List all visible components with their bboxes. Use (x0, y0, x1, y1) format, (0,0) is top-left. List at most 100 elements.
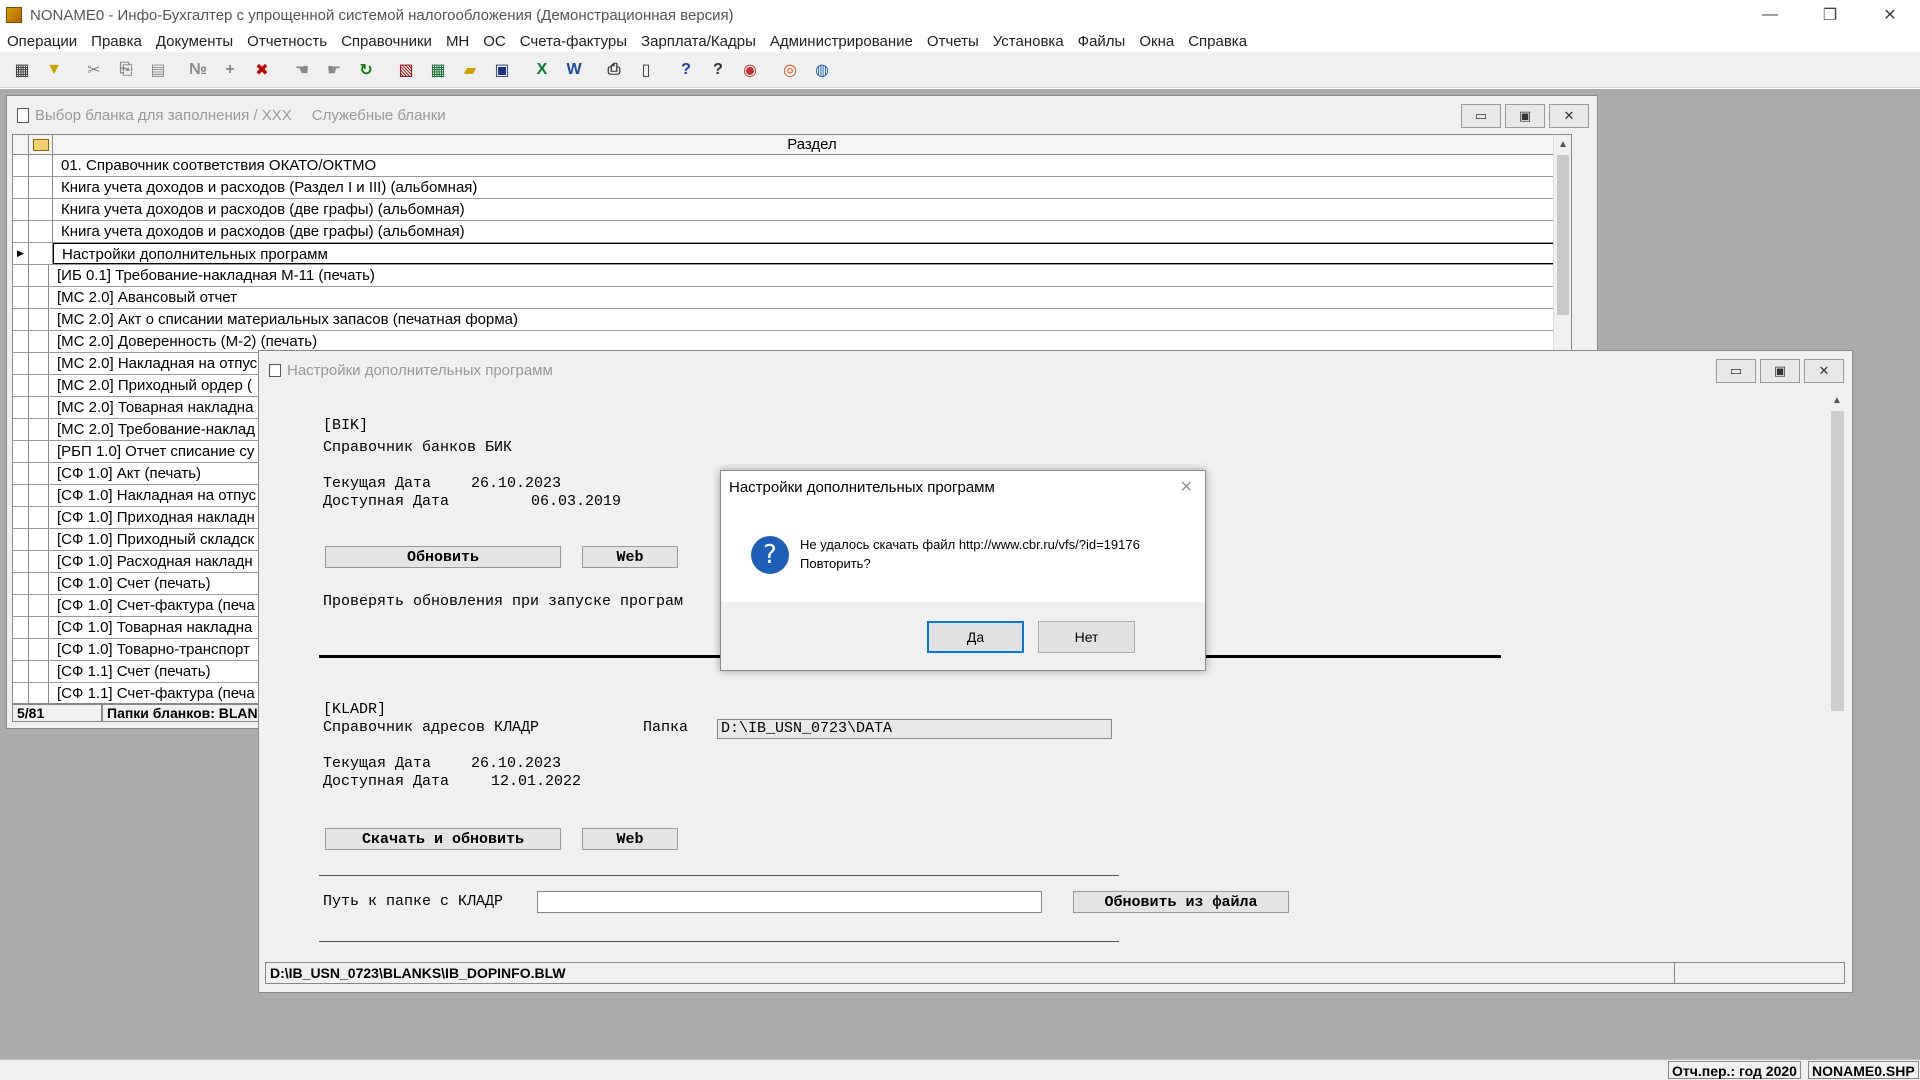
no-button[interactable]: Нет (1038, 621, 1135, 653)
menu-item[interactable]: Отчетность (240, 33, 334, 50)
current-file: NONAME0.SHP (1808, 1061, 1919, 1079)
table-row[interactable]: 01. Справочник соответствия ОКАТО/ОКТМО (13, 155, 1571, 177)
scrollbar-thumb[interactable] (1557, 155, 1569, 315)
delete-icon[interactable]: ✖ (250, 58, 274, 82)
bik-current-date: 26.10.2023 (471, 475, 562, 492)
menu-item[interactable]: Зарплата/Кадры (634, 33, 763, 50)
maximize-button[interactable]: ▣ (1760, 359, 1800, 383)
lifebuoy-icon[interactable]: ◎ (778, 58, 802, 82)
menu-item[interactable]: Администрирование (763, 33, 920, 50)
context-help-icon[interactable]: ? (706, 58, 730, 82)
app-status-bar: Отч.пер.: год 2020 NONAME0.SHP (0, 1059, 1920, 1080)
check-updates-option[interactable]: Проверять обновления при запуске програм (323, 593, 683, 610)
paste-icon[interactable]: ▤ (146, 58, 170, 82)
word-icon[interactable]: W (562, 58, 586, 82)
minimize-button[interactable]: — (1740, 0, 1800, 30)
numbering-icon[interactable]: № (186, 58, 210, 82)
row-label: [ИБ 0.1] Требование-накладная М-11 (печа… (57, 267, 375, 284)
preview-icon[interactable]: ▯ (634, 58, 658, 82)
column-header-section[interactable]: Раздел (53, 135, 1571, 154)
app-logo-icon (6, 7, 22, 23)
table-row[interactable]: [ИБ 0.1] Требование-накладная М-11 (печа… (13, 265, 1571, 287)
table-row[interactable]: Книга учета доходов и расходов (две граф… (13, 221, 1571, 243)
bik-available-date-label: Доступная Дата (323, 493, 450, 510)
copy-doc-icon[interactable]: ⎘ (114, 58, 138, 82)
menu-item[interactable]: МН (439, 33, 476, 50)
bik-available-date: 06.03.2019 (531, 493, 622, 510)
cut-icon[interactable]: ✂ (82, 58, 106, 82)
kladr-name: Справочник адресов КЛАДР (323, 719, 540, 736)
row-label: Настройки дополнительных программ (53, 243, 1571, 264)
kladr-current-date: 26.10.2023 (471, 755, 562, 772)
globe-icon[interactable]: ◍ (810, 58, 834, 82)
report-icon[interactable]: ▧ (394, 58, 418, 82)
calculator-icon[interactable]: ▦ (426, 58, 450, 82)
menu-item[interactable]: Окна (1132, 33, 1181, 50)
dialog-message: Не удалось скачать файл http://www.cbr.r… (800, 537, 1140, 552)
menu-item[interactable]: Справочники (334, 33, 439, 50)
toolbar: ▦ ▼ ✂ ⎘ ▤ № + ✖ ☚ ☛ ↻ ▧ ▦ ▰ ▣ X W ⎙ ▯?? ◉ ◎ ◍ (0, 52, 1920, 88)
menu-item[interactable]: Счета-фактуры (513, 33, 634, 50)
settings-scrollbar[interactable]: ▲ (1828, 391, 1846, 951)
select-icon[interactable]: ☚ (290, 58, 314, 82)
folder-icon[interactable] (32, 138, 49, 151)
menu-item[interactable]: ОС (476, 33, 513, 50)
table-row[interactable]: Книга учета доходов и расходов (две граф… (13, 199, 1571, 221)
download-update-button[interactable]: Скачать и обновить (325, 828, 561, 850)
folder-field[interactable]: D:\IB_USN_0723\DATA (717, 719, 1112, 739)
help-icon[interactable]: ? (674, 58, 698, 82)
table-row[interactable]: [МС 2.0] Авансовый отчет (13, 287, 1571, 309)
row-label: Книга учета доходов и расходов (Раздел I… (61, 179, 478, 196)
menu-item[interactable]: Операции (0, 33, 84, 50)
table-icon[interactable]: ▦ (10, 58, 34, 82)
table-row[interactable]: [МС 2.0] Акт о списании материальных зап… (13, 309, 1571, 331)
menu-bar: Операции Правка Документы Отчетность Справоч… (0, 30, 1920, 52)
row-label: Книга учета доходов и расходов (две граф… (61, 223, 465, 240)
close-button[interactable]: ✕ (1549, 104, 1589, 128)
menu-item[interactable]: Установка (986, 33, 1071, 50)
dialog-title: Настройки дополнительных программ (729, 479, 995, 496)
kladr-available-date-label: Доступная Дата (323, 773, 450, 790)
maximize-button[interactable]: ▣ (1505, 104, 1545, 128)
app-title-bar: NONAME0 - Инфо-Бухгалтер с упрощенной си… (0, 0, 1920, 30)
select-all-icon[interactable]: ☛ (322, 58, 346, 82)
table-row[interactable]: Книга учета доходов и расходов (Раздел I… (13, 177, 1571, 199)
save-icon[interactable]: ▣ (490, 58, 514, 82)
menu-item[interactable]: Отчеты (920, 33, 986, 50)
web-button[interactable]: Web (582, 546, 678, 568)
restore-button[interactable]: ❐ (1800, 0, 1860, 30)
row-pointer-icon: ▶ (13, 243, 29, 264)
menu-item[interactable]: Правка (84, 33, 149, 50)
kladr-path-input[interactable] (537, 891, 1042, 913)
excel-icon[interactable]: X (530, 58, 554, 82)
menu-item[interactable]: Документы (149, 33, 240, 50)
update-button[interactable]: Обновить (325, 546, 561, 568)
scroll-up-icon[interactable]: ▲ (1828, 391, 1846, 409)
close-icon[interactable]: ✕ (1180, 477, 1193, 497)
print-icon[interactable]: ⎙ (602, 58, 626, 82)
settings-window: Настройки дополнительных программ ▭ ▣ ✕ … (258, 350, 1853, 993)
minimize-button[interactable]: ▭ (1716, 359, 1756, 383)
add-icon[interactable]: + (218, 58, 242, 82)
grid-header: Раздел (13, 135, 1571, 155)
record-counter: 5/81 (12, 704, 102, 722)
window-title: Выбор бланка для заполнения / XXX (35, 106, 292, 124)
open-folder-icon[interactable]: ▰ (458, 58, 482, 82)
minimize-button[interactable]: ▭ (1461, 104, 1501, 128)
refresh-icon[interactable]: ↻ (354, 58, 378, 82)
error-dialog: Настройки дополнительных программ ✕ ? Не… (720, 470, 1206, 671)
form-icon (269, 363, 281, 377)
scrollbar-thumb[interactable] (1831, 411, 1844, 711)
bik-tag: [BIK] (323, 417, 369, 434)
close-button[interactable]: ✕ (1804, 359, 1844, 383)
table-row[interactable]: ▶ Настройки дополнительных программ (13, 243, 1571, 265)
menu-item[interactable]: Файлы (1071, 33, 1133, 50)
scroll-up-icon[interactable]: ▲ (1554, 135, 1571, 153)
yes-button[interactable]: Да (927, 621, 1024, 653)
compass-icon[interactable]: ◉ (738, 58, 762, 82)
web-button[interactable]: Web (582, 828, 678, 850)
menu-item[interactable]: Справка (1181, 33, 1254, 50)
close-button[interactable]: ✕ (1860, 0, 1920, 30)
update-from-file-button[interactable]: Обновить из файла (1073, 891, 1289, 913)
filter-icon[interactable]: ▼ (42, 58, 66, 82)
